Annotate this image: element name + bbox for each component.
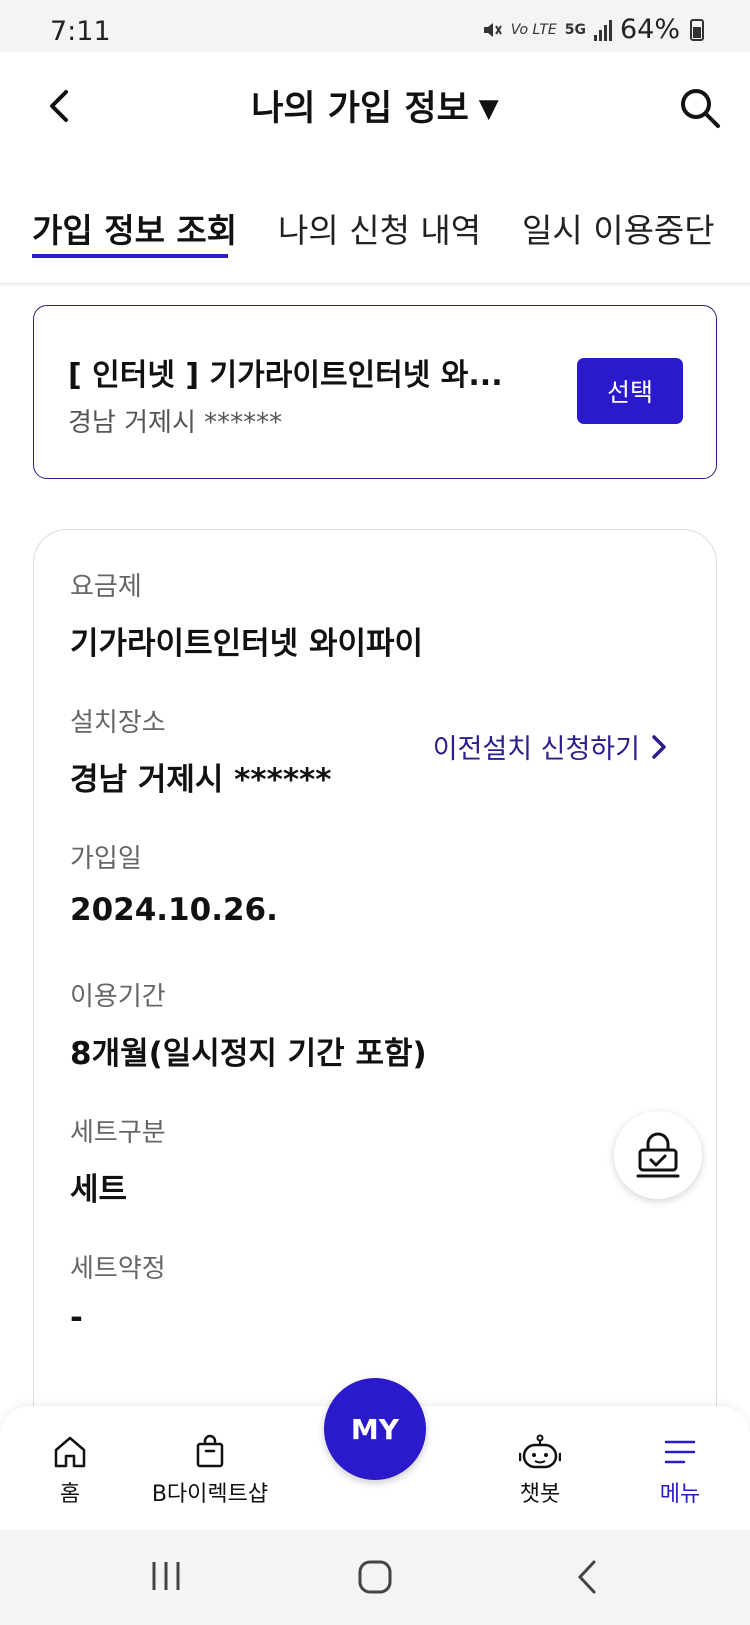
- system-navigation-bar: [0, 1530, 750, 1625]
- join-date-label: 가입일: [70, 844, 142, 874]
- battery-percentage: 64%: [619, 14, 680, 45]
- tab-my-requests[interactable]: 나의 신청 내역: [278, 204, 481, 252]
- tab-bar: 가입 정보 조회 나의 신청 내역 일시 이용중단: [0, 162, 750, 284]
- recent-apps-icon[interactable]: [148, 1558, 184, 1594]
- join-date-value: 2024.10.26.: [70, 892, 278, 928]
- volte-icon: Vo LTE: [510, 21, 557, 38]
- usage-period-value: 8개월(일시정지 기간 포함): [70, 1036, 427, 1072]
- menu-icon: [664, 1440, 696, 1464]
- service-address: 경남 거제시 ******: [68, 408, 283, 438]
- location-value: 경남 거제시 ******: [70, 762, 332, 798]
- nav-home[interactable]: 홈: [30, 1406, 110, 1530]
- tab-temporary-suspension[interactable]: 일시 이용중단: [522, 204, 715, 252]
- status-time: 7:11: [50, 16, 111, 47]
- system-back-icon[interactable]: [572, 1558, 602, 1596]
- select-button[interactable]: 선택: [577, 358, 683, 424]
- selected-service-card: [ 인터넷 ] 기가라이트인터넷 와... 경남 거제시 ****** 선택: [33, 305, 717, 479]
- search-icon[interactable]: [678, 86, 722, 130]
- nav-direct-shop[interactable]: B다이렉트샵: [140, 1406, 280, 1530]
- chatbot-icon: [519, 1434, 561, 1469]
- set-type-label: 세트구분: [70, 1118, 166, 1148]
- plan-label: 요금제: [70, 572, 142, 602]
- service-name: [ 인터넷 ] 기가라이트인터넷 와...: [68, 358, 503, 393]
- set-type-value: 세트: [70, 1172, 128, 1208]
- lock-check-icon: [636, 1132, 680, 1178]
- battery-icon: [690, 18, 704, 41]
- status-icons: Vo LTE 5G 64%: [481, 14, 704, 45]
- transfer-install-link[interactable]: 이전설치 신청하기: [433, 727, 670, 766]
- nav-direct-shop-label: B다이렉트샵: [151, 1482, 269, 1507]
- transfer-install-link-label: 이전설치 신청하기: [432, 734, 640, 765]
- page-title[interactable]: 나의 가입 정보 ▼: [0, 80, 750, 131]
- shopping-bag-icon: [196, 1434, 224, 1468]
- nav-chatbot[interactable]: 챗봇: [500, 1406, 580, 1530]
- page-title-text: 나의 가입 정보: [251, 89, 469, 129]
- tab-subscription-info[interactable]: 가입 정보 조회: [32, 204, 237, 252]
- status-bar: 7:11 Vo LTE 5G 64%: [0, 0, 750, 52]
- page-header: 나의 가입 정보 ▼: [0, 52, 750, 162]
- plan-value: 기가라이트인터넷 와이파이: [70, 626, 424, 662]
- home-button-icon[interactable]: [356, 1558, 394, 1596]
- set-contract-value: -: [70, 1300, 83, 1336]
- usage-period-label: 이용기간: [70, 982, 166, 1012]
- nav-menu-label: 메뉴: [659, 1482, 701, 1507]
- 5g-icon: 5G: [564, 21, 586, 38]
- home-icon: [54, 1436, 86, 1468]
- set-contract-label: 세트약정: [70, 1254, 166, 1284]
- nav-menu[interactable]: 메뉴: [640, 1406, 720, 1530]
- nav-chatbot-label: 챗봇: [519, 1482, 561, 1507]
- mute-icon: [483, 22, 502, 37]
- dropdown-caret-icon: ▼: [478, 94, 499, 124]
- active-tab-indicator: [32, 254, 228, 258]
- my-button[interactable]: MY: [324, 1378, 426, 1480]
- chevron-right-icon: [652, 734, 666, 759]
- nav-home-label: 홈: [59, 1482, 81, 1507]
- location-label: 설치장소: [70, 708, 166, 738]
- security-lock-button[interactable]: [614, 1111, 702, 1199]
- signal-icon: [593, 19, 612, 41]
